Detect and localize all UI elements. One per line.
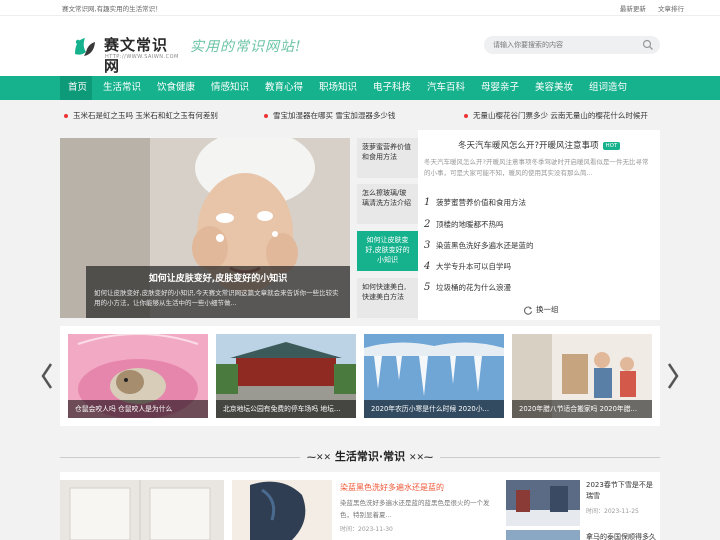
- article-time: 时间：2023-11-30: [340, 526, 393, 533]
- hot-list-item[interactable]: 4 大学专升本可以自学吗: [424, 261, 511, 272]
- search-input[interactable]: 请输入你要搜索的内容: [493, 40, 563, 50]
- nav-item-auto[interactable]: 汽车百科: [427, 76, 465, 100]
- welcome-text: 赛文常识网,有趣实用的生活常识！: [62, 5, 162, 13]
- ticker-item[interactable]: 雪宝加湿器在哪买 雪宝加湿器多少钱: [264, 110, 395, 121]
- logo-leaf-icon: [75, 38, 95, 56]
- swap-group-button[interactable]: 换一组: [524, 304, 559, 315]
- ticker-item[interactable]: 无量山樱花谷门票多少 云南无量山的樱花什么时候开: [464, 110, 648, 121]
- gallery-caption: 2020年农历小寒是什么时候 2020小...: [364, 400, 504, 418]
- bullet-dot-icon: [464, 114, 468, 118]
- side-tab[interactable]: 如何快速美白,快速美白方法: [357, 278, 418, 318]
- hot-list-item[interactable]: 3 染蓝黑色洗好多遍水还是蓝的: [424, 240, 534, 251]
- hero-side-tabs: 菠萝蜜营养价值和食用方法 怎么擦玻璃/玻璃清洗方法介绍 如何让皮肤变好,皮肤变好…: [357, 138, 418, 318]
- article-list: 染蓝黑色洗好多遍水还是蓝的 染蓝黑色洗好多遍水还是蓝的蓝黑色是很火的一个发色，特…: [60, 472, 660, 540]
- side-article-thumb[interactable]: [506, 480, 580, 529]
- article-desc: 染蓝黑色洗好多遍水还是蓝的蓝黑色是很火的一个发色，特别显着夏...: [340, 499, 490, 519]
- hero-slide[interactable]: 如何让皮肤变好,皮肤变好的小知识 如何让皮肤变好,皮肤变好的小知识,今天赛文常识…: [60, 138, 350, 318]
- side-tab-active[interactable]: 如何让皮肤变好,皮肤变好的小知识: [357, 231, 418, 271]
- nav-item-words[interactable]: 组词造句: [589, 76, 627, 100]
- article-text: 染蓝黑色洗好多遍水还是蓝的 染蓝黑色洗好多遍水还是蓝的蓝黑色是很火的一个发色，特…: [340, 482, 500, 533]
- gallery-card[interactable]: 2020年腊八节适合搬家吗 2020年腊...: [512, 334, 652, 418]
- news-ticker: 玉米石是虹之玉吗 玉米石和虹之玉有何差别 雪宝加湿器在哪买 雪宝加湿器多少钱 无…: [60, 106, 660, 126]
- hot-article-title[interactable]: 冬天汽车暖风怎么开?开暖风注意事项 HOT: [458, 139, 621, 151]
- logo-url: HTTP://WWW.SAIWN.COM: [105, 54, 179, 60]
- side-article-text: 拿马的泰国保顺得多久: [586, 532, 658, 540]
- hot-articles-box: 冬天汽车暖风怎么开?开暖风注意事项 HOT 冬天汽车暖风怎么开?开暖风注意事项冬季…: [418, 130, 660, 320]
- hot-article-desc: 冬天汽车暖风怎么开?开暖风注意事项冬季驾驶时开启暖风看似是一件无比寻常的小事，可…: [424, 158, 649, 177]
- article-title[interactable]: 染蓝黑色洗好多遍水还是蓝的: [340, 482, 500, 493]
- bullet-dot-icon: [264, 114, 268, 118]
- site-header: 赛文常识网 HTTP://WWW.SAIWN.COM 实用的常识网站! 请输入你…: [0, 16, 720, 76]
- side-article-title[interactable]: 拿马的泰国保顺得多久: [586, 532, 658, 540]
- hot-badge: HOT: [602, 141, 621, 150]
- gallery-caption: 北京地坛公园有免费的停车场吗 地坛...: [216, 400, 356, 418]
- nav-item-parenting[interactable]: 母婴亲子: [481, 76, 519, 100]
- section-header: ⁓✕✕ 生活常识·常识 ✕✕⁓: [60, 448, 660, 464]
- hot-list-item[interactable]: 1 菠萝蜜营养价值和食用方法: [424, 197, 526, 208]
- gallery-card[interactable]: 2020年农历小寒是什么时候 2020小...: [364, 334, 504, 418]
- article-thumb[interactable]: [232, 480, 332, 540]
- side-article-thumb[interactable]: [506, 530, 580, 540]
- ornament-right-icon: ✕✕⁓: [408, 453, 434, 463]
- ornament-left-icon: ⁓✕✕: [306, 453, 332, 463]
- ticker-item[interactable]: 玉米石是虹之玉吗 玉米石和虹之玉有何差别: [64, 110, 218, 121]
- gallery-caption: 仓鼠会咬人吗 仓鼠咬人是为什么: [68, 400, 208, 418]
- nav-item-diet[interactable]: 饮食健康: [157, 76, 195, 100]
- next-arrow-icon[interactable]: [666, 362, 680, 390]
- refresh-icon: [524, 306, 533, 315]
- top-links: 最新更新 文章排行: [610, 3, 684, 13]
- search-icon[interactable]: [642, 39, 654, 51]
- nav-item-home[interactable]: 首页: [60, 76, 92, 100]
- hero-title[interactable]: 如何让皮肤变好,皮肤变好的小知识: [94, 271, 342, 284]
- site-slogan: 实用的常识网站!: [190, 39, 302, 55]
- article-ranking-link[interactable]: 文章排行: [658, 5, 684, 13]
- gallery-card[interactable]: 北京地坛公园有免费的停车场吗 地坛...: [216, 334, 356, 418]
- bullet-dot-icon: [64, 114, 68, 118]
- side-article-time: 时间：2023-11-25: [586, 508, 639, 515]
- nav-item-education[interactable]: 教育心得: [265, 76, 303, 100]
- hot-list-item[interactable]: 5 垃圾桶的花为什么浪漫: [424, 282, 511, 293]
- top-bar: 赛文常识网,有趣实用的生活常识！ 最新更新 文章排行: [0, 0, 720, 16]
- side-article-title[interactable]: 2023春节下雪是不是瑞雪: [586, 480, 658, 502]
- prev-arrow-icon[interactable]: [40, 362, 54, 390]
- nav-item-beauty[interactable]: 美容美妆: [535, 76, 573, 100]
- side-tab[interactable]: 怎么擦玻璃/玻璃清洗方法介绍: [357, 184, 418, 224]
- hero-caption: 如何让皮肤变好,皮肤变好的小知识 如何让皮肤变好,皮肤变好的小知识,今天赛文常识…: [86, 266, 350, 318]
- side-article-text: 2023春节下雪是不是瑞雪 时间：2023-11-25: [586, 480, 658, 515]
- hot-list-item[interactable]: 2 顶楼的地暖都不热吗: [424, 219, 504, 230]
- nav-item-emotion[interactable]: 情感知识: [211, 76, 249, 100]
- latest-updates-link[interactable]: 最新更新: [620, 5, 646, 13]
- section-title: ⁓✕✕ 生活常识·常识 ✕✕⁓: [300, 448, 440, 464]
- main-nav: 首页 生活常识 饮食健康 情感知识 教育心得 职场知识 电子科技 汽车百科 母婴…: [0, 76, 720, 100]
- side-tab[interactable]: 菠萝蜜营养价值和食用方法: [357, 138, 418, 178]
- nav-item-tech[interactable]: 电子科技: [373, 76, 411, 100]
- image-gallery: 仓鼠会咬人吗 仓鼠咬人是为什么 北京地坛公园有免费的停车场吗 地坛... 202…: [60, 326, 660, 426]
- article-image-large[interactable]: [60, 480, 224, 540]
- nav-item-career[interactable]: 职场知识: [319, 76, 357, 100]
- hero-desc: 如何让皮肤变好,皮肤变好的小知识,今天赛文常识网这篇文章就会来告诉你一些比较实用…: [94, 289, 339, 307]
- site-logo[interactable]: 赛文常识网 HTTP://WWW.SAIWN.COM: [72, 32, 182, 75]
- gallery-card[interactable]: 仓鼠会咬人吗 仓鼠咬人是为什么: [68, 334, 208, 418]
- gallery-caption: 2020年腊八节适合搬家吗 2020年腊...: [512, 400, 652, 418]
- search-box[interactable]: 请输入你要搜索的内容: [484, 36, 660, 54]
- nav-item-life[interactable]: 生活常识: [103, 76, 141, 100]
